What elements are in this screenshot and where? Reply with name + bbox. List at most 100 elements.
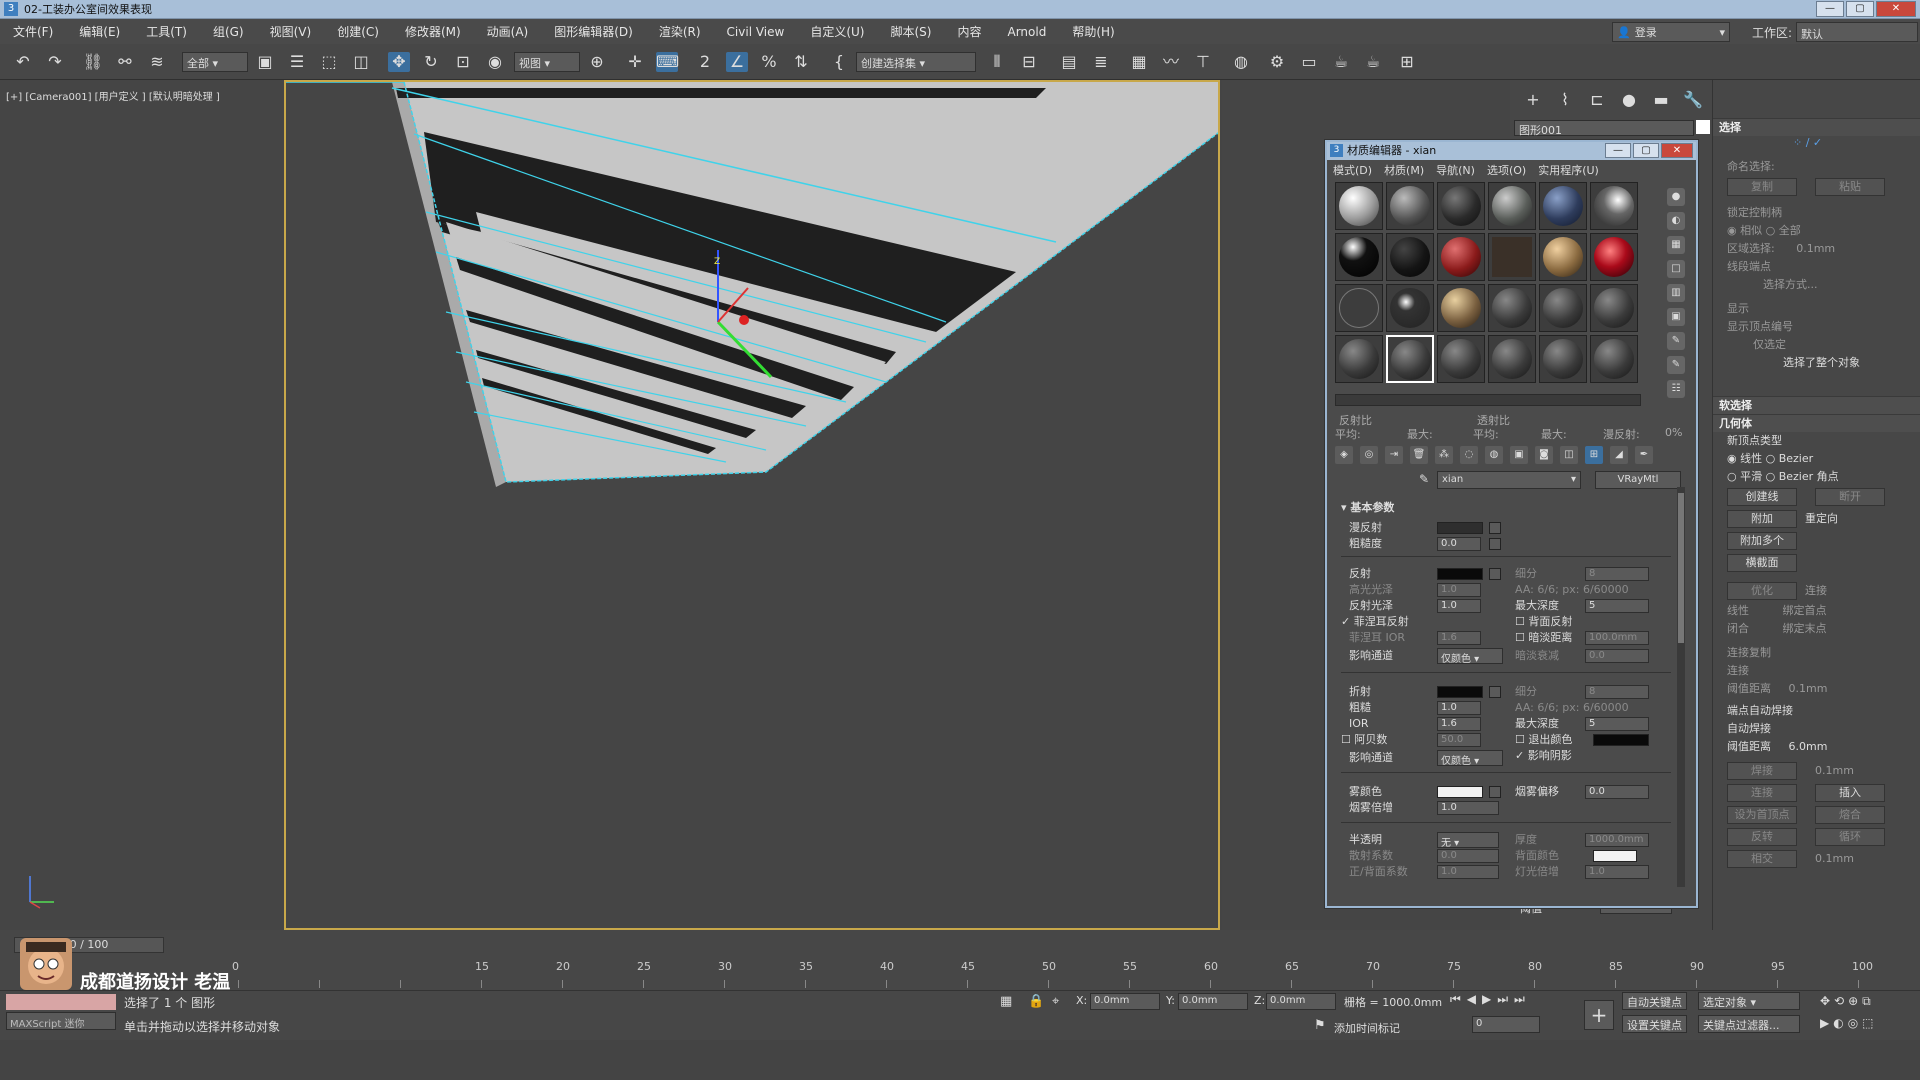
hilight-gloss-spinner[interactable]: 1.0 <box>1437 583 1481 597</box>
mat-menu-utilities[interactable]: 实用程序(U) <box>1532 162 1605 178</box>
named-selection-dropdown[interactable]: 创建选择集 ▾ <box>856 52 976 72</box>
mat-maximize-button[interactable]: ▢ <box>1633 143 1659 158</box>
show-vert-numbers-check[interactable]: 显示顶点编号 <box>1713 318 1920 336</box>
select-rotate-icon[interactable]: ↻ <box>420 52 442 72</box>
refl-gloss-spinner[interactable]: 1.0 <box>1437 599 1481 613</box>
vertex-type-smooth-corner[interactable]: ○ 平滑 ○ Bezier 角点 <box>1713 468 1920 486</box>
fog-color-swatch[interactable] <box>1437 786 1483 798</box>
isolate-selection-icon[interactable]: ▦ <box>1000 994 1012 1009</box>
z-coord-field[interactable]: 0.0mm <box>1266 993 1336 1010</box>
basic-params-header[interactable]: ▾ 基本参数 <box>1341 500 1394 516</box>
menu-edit[interactable]: 编辑(E) <box>66 23 133 40</box>
toggle-ribbon-icon[interactable]: ▦ <box>1128 52 1150 72</box>
abbe-check[interactable]: ☐ 阿贝数 <box>1341 732 1387 748</box>
mat-close-button[interactable]: ✕ <box>1661 143 1693 158</box>
ior-spinner[interactable]: 1.6 <box>1437 717 1481 731</box>
pick-material-icon[interactable]: ✎ <box>1419 472 1429 486</box>
fog-mult-spinner[interactable]: 1.0 <box>1437 801 1499 815</box>
sample-slot[interactable] <box>1590 335 1638 383</box>
percent-snap-icon[interactable]: % <box>758 52 780 72</box>
select-by-button[interactable]: 选择方式... <box>1713 276 1920 294</box>
mat-menu-navigation[interactable]: 导航(N) <box>1430 162 1481 178</box>
undo-icon[interactable]: ↶ <box>12 52 34 72</box>
rollout-selection[interactable]: 选择 <box>1713 118 1920 136</box>
attach-multiple-button[interactable]: 附加多个 <box>1727 532 1797 550</box>
sample-slot[interactable] <box>1386 284 1434 332</box>
insert-button[interactable]: 插入 <box>1815 784 1885 802</box>
pick-from-object-icon[interactable]: ◢ <box>1610 446 1628 464</box>
rollout-geometry[interactable]: 几何体 <box>1713 414 1920 432</box>
object-color-swatch[interactable] <box>1696 120 1710 134</box>
unlink-icon[interactable]: ⚯ <box>114 52 136 72</box>
sample-slot[interactable] <box>1539 182 1587 230</box>
select-place-icon[interactable]: ◉ <box>484 52 506 72</box>
utilities-tab-icon[interactable]: 🔧 <box>1682 90 1704 110</box>
ref-coord-dropdown[interactable]: 视图 ▾ <box>514 52 580 72</box>
linear-bind-first-row[interactable]: 线性 绑定首点 <box>1713 602 1920 620</box>
minimize-button[interactable]: — <box>1816 1 1844 17</box>
alike-all-radio[interactable]: ◉ 相似 ○ 全部 <box>1713 222 1920 240</box>
exit-color-swatch[interactable] <box>1593 734 1649 746</box>
y-coord-field[interactable]: 0.0mm <box>1178 993 1248 1010</box>
time-tag-icon[interactable]: ⚑ <box>1314 1018 1326 1033</box>
show-end-result-icon[interactable]: ◙ <box>1535 446 1553 464</box>
translucency-dropdown[interactable]: 无 ▾ <box>1437 832 1499 849</box>
affect-shadows-check[interactable]: ✓ 影响阴影 <box>1515 748 1572 764</box>
cycle-button[interactable]: 循环 <box>1815 828 1885 846</box>
maximize-button[interactable]: ▢ <box>1846 1 1874 17</box>
material-navigator-icon[interactable]: ☷ <box>1667 380 1685 398</box>
seg-end-check[interactable]: 线段端点 <box>1713 258 1920 276</box>
affect-channels-dropdown[interactable]: 仅颜色 ▾ <box>1437 648 1503 665</box>
snap-toggle-icon[interactable]: 2 <box>694 52 716 72</box>
menu-views[interactable]: 视图(V) <box>257 23 325 40</box>
video-color-check-icon[interactable]: ▥ <box>1667 284 1685 302</box>
fog-map-button[interactable] <box>1489 786 1501 798</box>
auto-weld-check[interactable]: 自动焊接 <box>1713 720 1920 738</box>
menu-file[interactable]: 文件(F) <box>0 23 66 40</box>
sample-slot[interactable] <box>1386 233 1434 281</box>
sample-slot[interactable] <box>1488 182 1536 230</box>
light-mult-spinner[interactable]: 1.0 <box>1585 865 1649 879</box>
options-icon[interactable]: ✎ <box>1667 332 1685 350</box>
rect-selection-icon[interactable]: ⬚ <box>318 52 340 72</box>
menu-create[interactable]: 创建(C) <box>324 23 392 40</box>
sample-slot[interactable] <box>1590 182 1638 230</box>
reorient-check[interactable]: 重定向 <box>1801 510 1838 528</box>
select-manipulate-icon[interactable]: ✛ <box>624 52 646 72</box>
link-icon[interactable]: ⛓ <box>82 52 104 72</box>
playback-controls[interactable]: ⏮◀▶⏭⏭ <box>1450 992 1531 1007</box>
material-name-field[interactable]: xian ▾ <box>1437 471 1581 489</box>
fresnel-ior-spinner[interactable]: 1.6 <box>1437 631 1481 645</box>
break-button[interactable]: 断开 <box>1815 488 1885 506</box>
time-ruler[interactable]: 0 15 20 25 30 35 40 45 50 55 60 65 70 75 80 85 90 95 100 <box>232 960 1878 990</box>
only-selected-check[interactable]: 仅选定 <box>1713 336 1920 354</box>
workspace-dropdown[interactable]: 默认 <box>1796 22 1918 42</box>
refract-color-swatch[interactable] <box>1437 686 1483 698</box>
sample-slot[interactable] <box>1539 335 1587 383</box>
keyboard-shortcut-icon[interactable]: ⌨ <box>656 52 679 72</box>
paste-button[interactable]: 粘贴 <box>1815 178 1885 196</box>
fog-bias-spinner[interactable]: 0.0 <box>1585 785 1649 799</box>
render-production-icon[interactable]: ☕ <box>1330 52 1352 72</box>
sample-type-icon[interactable]: ● <box>1667 188 1685 206</box>
diffuse-color-swatch[interactable] <box>1437 522 1483 534</box>
sample-slot-active[interactable] <box>1386 335 1434 383</box>
refract-map-button[interactable] <box>1489 686 1501 698</box>
mat-menu-material[interactable]: 材质(M) <box>1378 162 1430 178</box>
menu-customize[interactable]: 自定义(U) <box>797 23 877 40</box>
viewport-nav-icons[interactable]: ✥⟲⊕⧉ <box>1820 994 1875 1009</box>
scatter-spinner[interactable]: 0.0 <box>1437 849 1499 863</box>
put-to-scene-icon[interactable]: ◎ <box>1360 446 1378 464</box>
attach-button[interactable]: 附加 <box>1727 510 1797 528</box>
material-editor-icon[interactable]: ◍ <box>1230 52 1252 72</box>
cross-button[interactable]: 相交 <box>1727 850 1797 868</box>
roughness-spinner[interactable]: 0.0 <box>1437 537 1481 551</box>
lock-selection-icon[interactable]: 🔒 <box>1028 994 1044 1009</box>
uv-tiling-icon[interactable]: □ <box>1667 260 1685 278</box>
menu-tools[interactable]: 工具(T) <box>133 23 200 40</box>
sample-slot[interactable] <box>1590 233 1638 281</box>
viewport-label[interactable]: [+] [Camera001] [用户定义 ] [默认明暗处理 ] <box>6 88 220 103</box>
create-tab-icon[interactable]: + <box>1522 90 1544 110</box>
material-id-icon[interactable]: ◍ <box>1485 446 1503 464</box>
login-dropdown[interactable]: 👤 登录 ▾ <box>1612 22 1730 42</box>
